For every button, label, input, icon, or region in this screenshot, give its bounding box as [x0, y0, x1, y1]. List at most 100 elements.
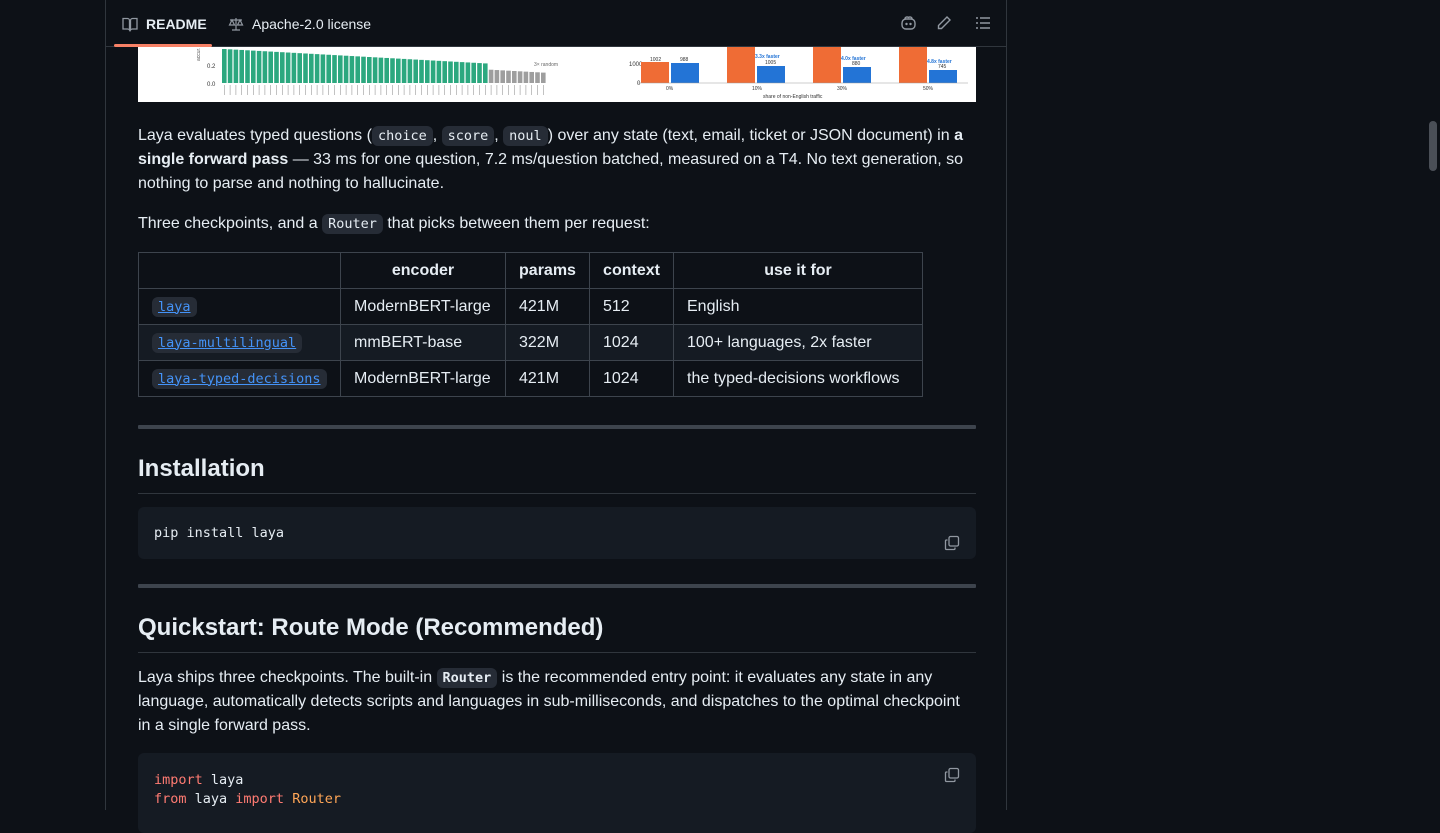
random-baseline-bar	[535, 72, 540, 83]
accuracy-bar	[384, 57, 389, 83]
table-header: use it for	[673, 252, 923, 289]
random-baseline-bar	[488, 69, 494, 83]
accuracy-bar	[448, 61, 453, 83]
accuracy-bar	[303, 53, 308, 83]
accuracy-bar	[297, 53, 302, 83]
accuracy-bar	[245, 50, 250, 83]
accuracy-bar	[430, 60, 436, 83]
accuracy-bar	[471, 62, 476, 83]
tab-license-label: Apache-2.0 license	[252, 15, 372, 32]
accuracy-bar	[285, 52, 291, 83]
svg-text:0.0: 0.0	[207, 82, 216, 88]
model-link-laya[interactable]: laya	[152, 296, 197, 317]
accuracy-bar	[332, 55, 337, 83]
random-baseline-bar	[512, 71, 517, 83]
code-noul: noul	[503, 126, 548, 146]
accuracy-bar	[459, 62, 465, 83]
page-scrollbar[interactable]	[1426, 0, 1440, 810]
table-cell: laya-multilingual	[138, 324, 341, 361]
accuracy-bar	[390, 58, 395, 83]
table-cell: 512	[589, 288, 674, 325]
code-line: import laya	[154, 772, 244, 788]
tab-readme[interactable]: README	[122, 0, 207, 47]
copy-icon[interactable]	[944, 767, 962, 785]
accuracy-bar	[407, 59, 413, 83]
accuracy-bar	[256, 50, 262, 83]
accuracy-bar	[309, 53, 314, 83]
accuracy-bar	[396, 58, 401, 83]
table-row: laya ModernBERT-large 421M 512 English	[138, 288, 923, 325]
accuracy-bar	[320, 54, 326, 83]
accuracy-bar	[483, 63, 488, 83]
svg-text:3× random: 3× random	[534, 62, 558, 68]
copy-icon[interactable]	[944, 521, 962, 551]
accuracy-bar	[355, 56, 360, 83]
random-baseline-bar	[529, 71, 534, 83]
svg-text:accur.: accur.	[196, 48, 202, 61]
svg-text:745: 745	[938, 64, 947, 70]
accuracy-bar	[442, 61, 447, 83]
svg-text:0.2: 0.2	[207, 64, 216, 70]
accuracy-bar	[413, 59, 418, 83]
table-cell: ModernBERT-large	[340, 288, 506, 325]
quickstart-heading: Quickstart: Route Mode (Recommended)	[138, 614, 976, 653]
tab-license[interactable]: Apache-2.0 license	[228, 0, 371, 47]
accuracy-bar	[401, 58, 407, 83]
book-icon	[122, 16, 138, 32]
model-link-laya-multilingual[interactable]: laya-multilingual	[152, 332, 303, 353]
accuracy-bar	[419, 59, 424, 83]
accuracy-bar	[251, 50, 256, 83]
horizontal-rule	[138, 584, 976, 588]
table-header-row: encoder params context use it for	[138, 252, 923, 289]
svg-text:988: 988	[680, 57, 689, 63]
intro-paragraph: Laya evaluates typed questions (choice, …	[138, 126, 964, 192]
table-header	[138, 252, 341, 289]
accuracy-bar	[291, 52, 297, 83]
table-row: laya-typed-decisions ModernBERT-large 42…	[138, 360, 923, 397]
outline-list-icon[interactable]	[973, 13, 993, 33]
readme-panel: README Apache-2.0 license accur. 0.2 0.0	[105, 0, 1007, 833]
install-code-block: pip install laya	[138, 507, 976, 559]
table-cell: ModernBERT-large	[340, 360, 506, 397]
accuracy-bar	[436, 60, 442, 83]
scrollbar-thumb[interactable]	[1429, 121, 1437, 171]
code-score: score	[441, 126, 495, 146]
random-baseline-bar	[517, 71, 523, 83]
checkpoints-paragraph: Three checkpoints, and a Router that pic…	[138, 214, 650, 234]
benchmark-chart-image: accur. 0.2 0.0 3× random 1000 0 1002 988…	[138, 47, 976, 102]
accuracy-bar	[378, 57, 384, 83]
scale-icon	[228, 16, 244, 32]
copilot-icon[interactable]	[898, 13, 918, 33]
accuracy-bar	[268, 51, 273, 83]
table-header: context	[589, 252, 674, 289]
accuracy-bar	[425, 60, 430, 83]
svg-text:30%: 30%	[837, 86, 848, 92]
svg-text:0%: 0%	[666, 86, 674, 92]
accuracy-bar	[349, 56, 355, 83]
table-row: laya-multilingual mmBERT-base 322M 1024 …	[138, 324, 923, 361]
svg-text:1002: 1002	[650, 57, 661, 63]
quickstart-code-block: import laya from laya import Router	[138, 753, 976, 833]
svg-text:880: 880	[852, 61, 861, 67]
accuracy-bar	[477, 63, 482, 83]
accuracy-bar	[454, 61, 459, 83]
edit-pencil-icon[interactable]	[934, 13, 954, 33]
quickstart-paragraph: Laya ships three checkpoints. The built-…	[138, 668, 960, 734]
random-baseline-bar	[541, 72, 546, 83]
svg-text:10%: 10%	[752, 86, 763, 92]
svg-text:share of non-English traffic: share of non-English traffic	[763, 94, 823, 100]
table-cell: the typed-decisions workflows	[673, 360, 923, 397]
table-cell: mmBERT-base	[340, 324, 506, 361]
table-cell: 421M	[505, 288, 590, 325]
code-router: Router	[436, 668, 498, 688]
table-cell: laya-typed-decisions	[138, 360, 341, 397]
code-line: from laya import Router	[154, 791, 341, 807]
random-baseline-bar	[500, 70, 505, 83]
model-link-laya-typed-decisions[interactable]: laya-typed-decisions	[152, 368, 327, 389]
checkpoints-table: encoder params context use it for laya M…	[138, 252, 923, 397]
table-cell: 1024	[589, 360, 674, 397]
accuracy-bar	[262, 51, 268, 83]
code-choice: choice	[371, 126, 433, 146]
accuracy-bar	[372, 57, 378, 83]
horizontal-rule	[138, 425, 976, 429]
